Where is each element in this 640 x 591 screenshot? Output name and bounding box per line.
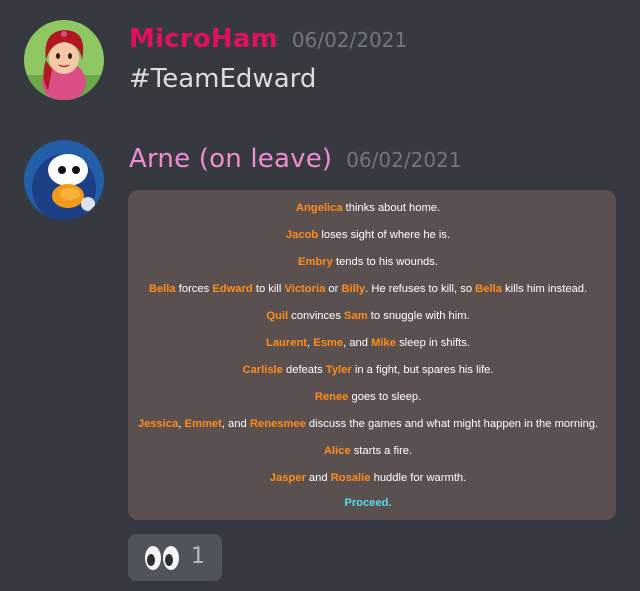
event-text: to kill [252, 283, 285, 295]
penguin-avatar-icon[interactable] [24, 140, 104, 220]
event-text: forces [175, 283, 213, 295]
event-line: Carlisle defeats Tyler in a fight, but s… [128, 364, 608, 376]
event-line: Jessica, Emmet, and Renesmee discuss the… [128, 418, 608, 430]
username-microham[interactable]: MicroHam [129, 24, 278, 54]
tribute-name: Edward [212, 283, 253, 295]
event-line: Quil convinces Sam to snuggle with him. [128, 310, 608, 322]
event-text: discuss the games and what might happen … [305, 418, 599, 430]
event-text: , and [343, 337, 372, 349]
tribute-name: Alice [323, 445, 351, 457]
tribute-name: Bella [148, 283, 176, 295]
event-text: loses sight of where he is. [318, 229, 451, 241]
timestamp: 06/02/2021 [346, 148, 462, 172]
tribute-name: Jacob [285, 229, 319, 241]
tribute-name: Billy [341, 283, 366, 295]
princess-avatar-icon[interactable] [24, 20, 104, 100]
game-event-panel: Angelica thinks about home. Jacob loses s… [128, 190, 616, 520]
event-text: thinks about home. [342, 202, 441, 214]
tribute-name: Emmet [184, 418, 222, 430]
event-text: tends to his wounds. [332, 256, 438, 268]
username-arne[interactable]: Arne (on leave) [129, 144, 332, 174]
tribute-name: Jasper [269, 472, 306, 484]
tribute-name: Bella [475, 283, 502, 295]
tribute-name: Renesmee [249, 418, 306, 430]
tribute-name: Jessica [137, 418, 179, 430]
event-text: goes to sleep. [348, 391, 422, 403]
event-text: starts a fire. [350, 445, 413, 457]
event-line: Renee goes to sleep. [128, 391, 608, 403]
message-header: Arne (on leave) 06/02/2021 [129, 144, 462, 174]
event-text: sleep in shifts. [395, 337, 470, 349]
event-line: Jacob loses sight of where he is. [128, 229, 608, 241]
tribute-name: Mike [371, 337, 396, 349]
tribute-name: Carlisle [242, 364, 283, 376]
event-text: , and [221, 418, 250, 430]
tribute-name: Sam [344, 310, 368, 322]
timestamp: 06/02/2021 [291, 28, 408, 52]
tribute-name: Tyler [325, 364, 352, 376]
event-text: or [325, 283, 342, 295]
reaction-eyes-button[interactable]: 1 [128, 534, 222, 581]
eyes-emoji-icon [145, 546, 179, 570]
tribute-name: Victoria [284, 283, 326, 295]
tribute-name: Angelica [295, 202, 343, 214]
event-text: in a fight, but spares his life. [351, 364, 494, 376]
event-line: Embry tends to his wounds. [128, 256, 608, 268]
event-text: . He refuses to kill, so [365, 283, 476, 295]
event-text: huddle for warmth. [370, 472, 467, 484]
event-text: kills him instead. [501, 283, 588, 295]
event-text: convinces [288, 310, 345, 322]
event-line: Angelica thinks about home. [128, 202, 608, 214]
message-header: MicroHam 06/02/2021 [129, 24, 407, 54]
tribute-name: Rosalie [330, 472, 371, 484]
event-line: Bella forces Edward to kill Victoria or … [128, 283, 608, 295]
proceed-link[interactable]: Proceed. [344, 497, 391, 509]
event-text: to snuggle with him. [367, 310, 470, 322]
message-text: #TeamEdward [129, 64, 317, 94]
event-line: Laurent, Esme, and Mike sleep in shifts. [128, 337, 608, 349]
tribute-name: Esme [313, 337, 344, 349]
tribute-name: Quil [266, 310, 289, 322]
tribute-name: Laurent [266, 337, 308, 349]
reaction-count: 1 [191, 544, 205, 569]
event-line: Alice starts a fire. [128, 445, 608, 457]
event-text: and [305, 472, 331, 484]
tribute-name: Embry [298, 256, 333, 268]
event-line: Jasper and Rosalie huddle for warmth. [128, 472, 608, 484]
message-microham: MicroHam 06/02/2021 #TeamEdward [0, 0, 640, 130]
proceed-line: Proceed. [128, 497, 608, 509]
tribute-name: Renee [314, 391, 349, 403]
event-text: defeats [282, 364, 326, 376]
